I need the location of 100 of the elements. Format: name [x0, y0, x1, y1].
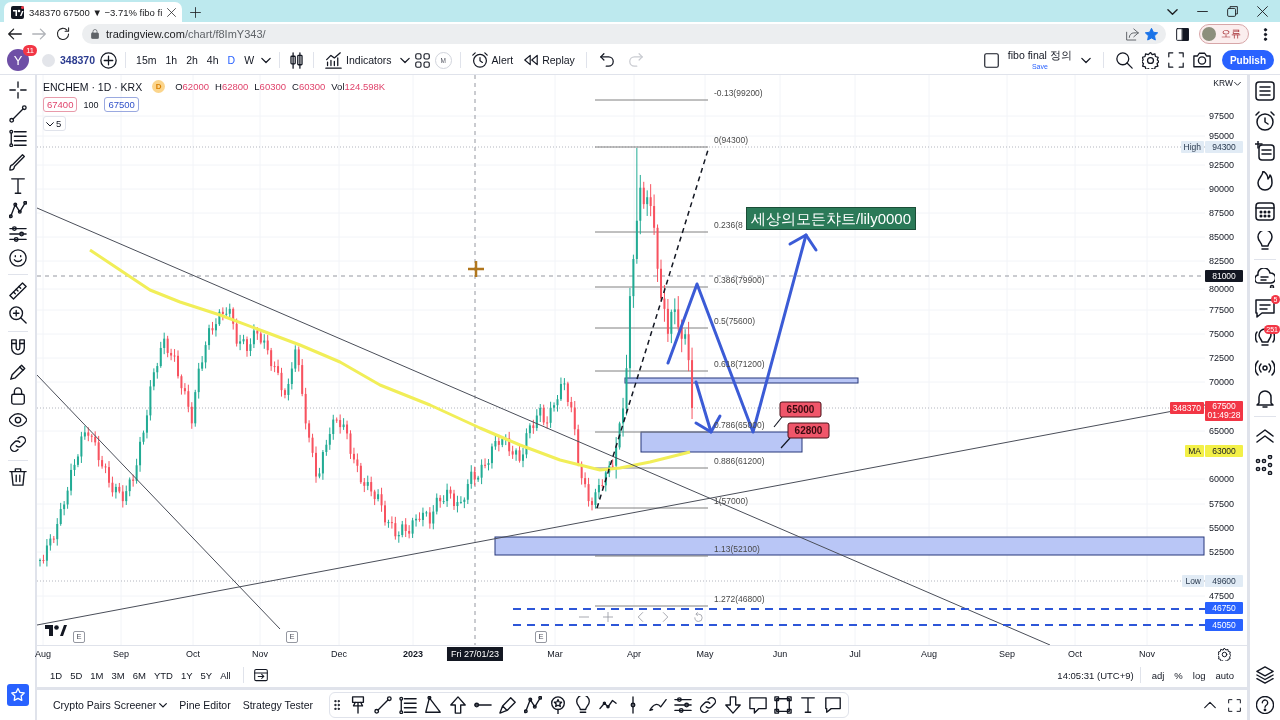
interval-button[interactable]: D	[225, 54, 238, 66]
pencil-icon[interactable]	[8, 363, 27, 381]
range-button[interactable]: 3M	[107, 669, 129, 681]
add-list-icon[interactable]	[1255, 141, 1275, 161]
flame-icon[interactable]	[1255, 171, 1275, 191]
search-icon[interactable]	[1115, 51, 1133, 69]
list-icon[interactable]	[1255, 81, 1275, 101]
crosshair-icon[interactable]	[8, 81, 27, 99]
drag-handle-icon[interactable]	[332, 700, 343, 710]
ruler-icon[interactable]	[8, 282, 27, 300]
pattern-icon[interactable]	[8, 201, 27, 219]
interval-button[interactable]: 15m	[134, 54, 159, 66]
trend-line[interactable]	[37, 207, 1051, 645]
bulb-icon[interactable]	[1255, 231, 1275, 251]
close-icon[interactable]	[1257, 5, 1268, 17]
scale-option[interactable]: adj	[1146, 669, 1170, 681]
plus-icon[interactable]	[190, 7, 201, 18]
currency-selector[interactable]: KRW	[1213, 78, 1241, 88]
text-icon[interactable]	[799, 696, 818, 714]
chevron-down-icon[interactable]	[261, 55, 272, 65]
ask-price[interactable]: 67500	[104, 97, 139, 112]
range-button[interactable]: 1Y	[176, 669, 197, 681]
triangle-icon[interactable]	[424, 696, 443, 714]
smiley-icon[interactable]	[8, 249, 27, 267]
range-button[interactable]: All	[216, 669, 235, 681]
range-button[interactable]: 5Y	[196, 669, 217, 681]
bulb-icon[interactable]	[574, 696, 593, 714]
text-icon[interactable]	[8, 177, 27, 195]
browser-tab[interactable]: 348370 67500 ▼ −3.71% fibo fi	[4, 2, 182, 22]
eye-icon[interactable]	[8, 411, 27, 429]
range-button[interactable]: 6M	[128, 669, 150, 681]
price-level-line[interactable]	[512, 624, 1205, 626]
alarm-clock-icon[interactable]	[1255, 111, 1275, 131]
brush-icon[interactable]	[8, 153, 27, 171]
chevron-down-icon[interactable]	[399, 55, 410, 65]
alert-button[interactable]: Alert	[468, 52, 517, 68]
dots-icon[interactable]	[1255, 455, 1275, 475]
camera-icon[interactable]	[1192, 51, 1211, 69]
interval-button[interactable]: W	[242, 54, 257, 66]
fullscreen-icon[interactable]	[1228, 698, 1241, 712]
frame-icon[interactable]	[774, 696, 793, 714]
replay-button[interactable]: Replay	[521, 53, 578, 67]
scale-option[interactable]: auto	[1210, 669, 1239, 681]
fib-lines-icon[interactable]	[8, 129, 27, 147]
interval-button[interactable]: 2h	[184, 54, 200, 66]
pen-icon[interactable]	[499, 696, 518, 714]
settings-icon[interactable]	[1218, 648, 1231, 661]
square-icon[interactable]	[983, 52, 999, 68]
layout-name-button[interactable]: fibo final 정의	[1007, 49, 1072, 63]
panel-tab[interactable]: Crypto Pairs Screener	[47, 699, 174, 711]
side-panel-icon[interactable]	[1176, 27, 1189, 41]
zoom-in-icon[interactable]	[8, 306, 27, 324]
fib-lines-icon[interactable]	[399, 696, 418, 714]
scale-option[interactable]: %	[1169, 669, 1188, 681]
bid-price[interactable]: 67400	[43, 97, 78, 112]
range-button[interactable]: 1M	[86, 669, 108, 681]
pattern-icon[interactable]	[524, 696, 543, 714]
plus-circle-icon[interactable]	[100, 51, 118, 69]
trend-line[interactable]	[37, 374, 281, 630]
share-icon[interactable]	[1126, 27, 1139, 41]
go-to-date-icon[interactable]	[253, 668, 268, 682]
candlestick-icon[interactable]	[288, 51, 306, 69]
chevron-down-icon[interactable]	[1080, 55, 1091, 65]
link-icon[interactable]	[8, 435, 27, 453]
chat-icon[interactable]	[1255, 298, 1275, 318]
range-button[interactable]: 5D	[66, 669, 87, 681]
trend-line-icon[interactable]	[374, 696, 393, 714]
trend-line[interactable]	[37, 404, 1205, 626]
grid-icon[interactable]	[414, 52, 430, 68]
indicators-button[interactable]: Indicators	[322, 51, 395, 69]
close-icon[interactable]	[167, 7, 177, 17]
price-level-line[interactable]	[512, 608, 1205, 610]
trash-icon[interactable]	[8, 468, 27, 486]
star-badge-icon[interactable]	[549, 696, 568, 714]
sliders-icon[interactable]	[8, 225, 27, 243]
sliders-icon[interactable]	[674, 696, 693, 714]
interval-button[interactable]: 1h	[163, 54, 180, 66]
help-icon[interactable]	[1256, 696, 1274, 714]
arrow-down-icon[interactable]	[724, 696, 743, 714]
settings-icon[interactable]	[1141, 51, 1159, 69]
address-bar[interactable]: tradingview.com/chart/f8ImY343/	[82, 24, 1166, 44]
lock-icon[interactable]	[8, 387, 27, 405]
publish-button[interactable]: Publish	[1221, 50, 1274, 70]
trend-line-icon[interactable]	[8, 105, 27, 123]
callout-icon[interactable]	[749, 696, 768, 714]
range-button[interactable]: YTD	[149, 669, 177, 681]
panel-tab[interactable]: Strategy Tester	[236, 699, 320, 711]
zone-rectangle[interactable]	[624, 377, 859, 384]
broadcast-icon[interactable]	[1255, 358, 1275, 378]
chart-text-label[interactable]: 세상의모든챠트/lily0000	[746, 207, 917, 230]
speech-cloud-icon[interactable]	[1255, 268, 1275, 288]
dashed-trend-line[interactable]	[596, 149, 709, 509]
back-arrow-icon[interactable]	[8, 27, 22, 41]
collapse-button[interactable]: 5	[43, 116, 67, 131]
calendar-icon[interactable]	[1255, 201, 1275, 221]
range-button[interactable]: 1D	[46, 669, 67, 681]
symbol-search-button[interactable]: 348370	[42, 53, 96, 67]
bell-icon[interactable]	[1255, 388, 1275, 408]
magnet-icon[interactable]	[8, 339, 27, 357]
layers-icon[interactable]	[1256, 666, 1274, 684]
